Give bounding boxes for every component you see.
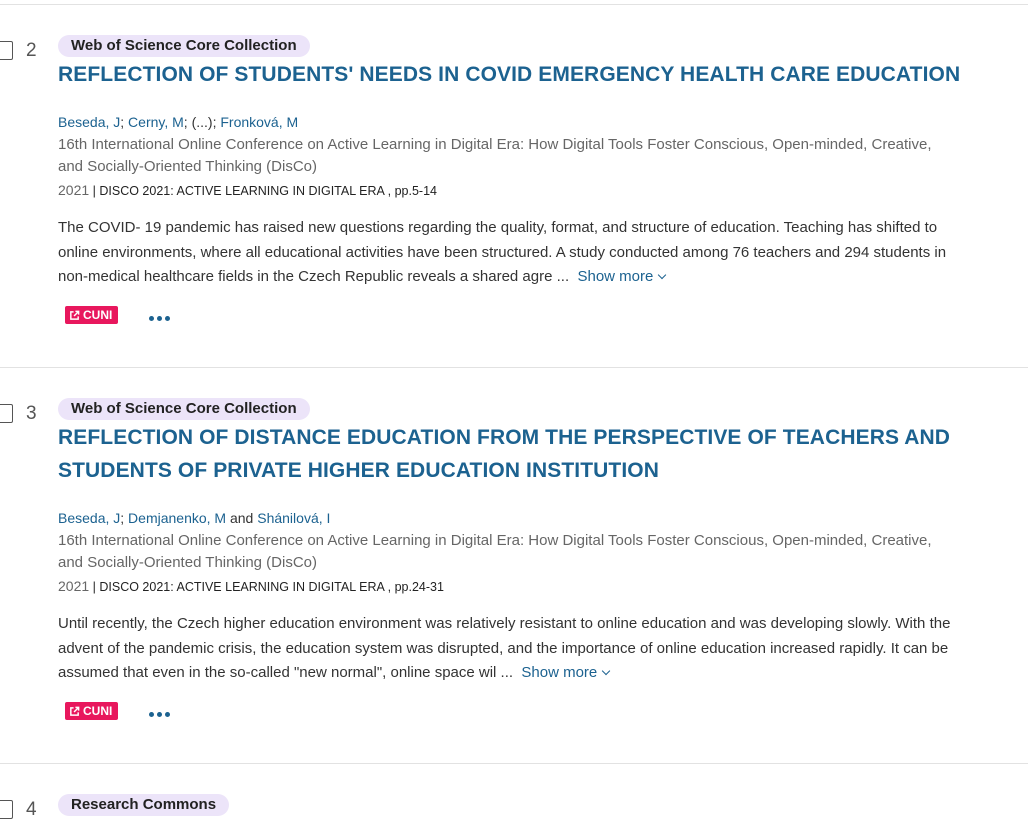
show-more-link[interactable]: Show more	[573, 268, 667, 285]
source-pages: DISCO 2021: ACTIVE LEARNING IN DIGITAL E…	[99, 580, 444, 594]
record-title[interactable]: REFLECTION OF DISTANCE EDUCATION FROM TH…	[58, 421, 998, 487]
cuni-full-text-button[interactable]: CUNI	[65, 306, 119, 324]
select-checkbox[interactable]	[0, 41, 13, 60]
author-list: Beseda, J; Cerny, M; (...); Fronková, M	[58, 114, 299, 130]
divider	[0, 763, 1028, 764]
record-number: 3	[26, 403, 37, 424]
publication-info: 2021 | DISCO 2021: ACTIVE LEARNING IN DI…	[58, 182, 437, 198]
divider-top	[0, 4, 1028, 5]
source-badge: Web of Science Core Collection	[58, 398, 310, 420]
publication-info: 2021 | DISCO 2021: ACTIVE LEARNING IN DI…	[58, 578, 444, 594]
conference-name: 16th International Online Conference on …	[58, 136, 932, 175]
abstract: The COVID- 19 pandemic has raised new qu…	[58, 216, 963, 290]
chevron-down-icon	[658, 270, 667, 280]
pub-year: 2021	[58, 578, 90, 594]
divider	[0, 367, 1028, 368]
author-list: Beseda, J; Demjanenko, M and Shánilová, …	[58, 510, 331, 526]
author-ellipsis[interactable]: (...)	[192, 114, 213, 130]
cuni-full-text-button[interactable]: CUNI	[65, 702, 119, 720]
author-link[interactable]: Cerny, M	[128, 114, 184, 130]
author-link[interactable]: Beseda, J	[58, 114, 120, 130]
record-number: 2	[26, 40, 37, 61]
show-more-link[interactable]: Show more	[517, 664, 611, 681]
record-number: 4	[26, 799, 37, 820]
source-badge: Web of Science Core Collection	[58, 35, 310, 57]
more-options-icon[interactable]	[149, 316, 170, 321]
record-title[interactable]: REFLECTION OF STUDENTS' NEEDS IN COVID E…	[58, 58, 998, 91]
abstract-text: Until recently, the Czech higher educati…	[58, 615, 951, 681]
author-link[interactable]: Beseda, J	[58, 510, 120, 526]
external-link-icon	[70, 706, 80, 716]
abstract-text: The COVID- 19 pandemic has raised new qu…	[58, 219, 947, 285]
more-options-icon[interactable]	[149, 712, 170, 717]
author-link[interactable]: Demjanenko, M	[128, 510, 226, 526]
select-checkbox[interactable]	[0, 404, 13, 423]
conference-name: 16th International Online Conference on …	[58, 532, 932, 571]
author-link[interactable]: Fronková, M	[220, 114, 298, 130]
source-badge: Research Commons	[58, 794, 230, 816]
pub-year: 2021	[58, 182, 90, 198]
abstract: Until recently, the Czech higher educati…	[58, 612, 963, 686]
external-link-icon	[70, 310, 80, 320]
author-link[interactable]: Shánilová, I	[257, 510, 330, 526]
chevron-down-icon	[602, 666, 611, 676]
source-pages: DISCO 2021: ACTIVE LEARNING IN DIGITAL E…	[99, 184, 437, 198]
